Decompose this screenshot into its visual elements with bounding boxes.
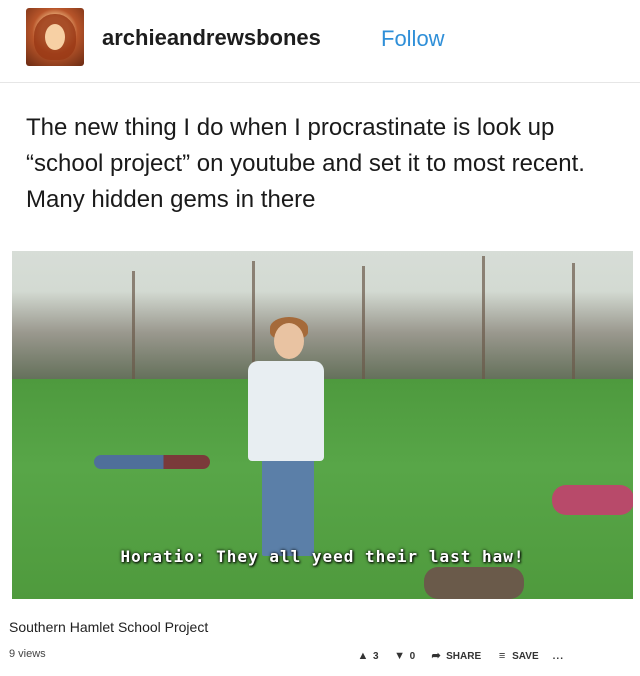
save-label: SAVE <box>512 650 539 662</box>
username[interactable]: archieandrewsbones <box>102 25 321 51</box>
video-subtitle: Horatio: They all yeed their last haw! <box>120 547 525 566</box>
avatar-face <box>45 24 65 50</box>
standing-person-legs <box>262 456 314 556</box>
thumbs-down-icon: ▼ <box>394 650 405 662</box>
standing-person-head <box>274 323 304 359</box>
video-frame[interactable]: Horatio: They all yeed their last haw! <box>12 251 633 599</box>
post-header: archieandrewsbones Follow <box>0 0 640 83</box>
video-actions: ▲ 3 ▼ 0 ➦ SHARE ≡ SAVE ... <box>356 648 564 664</box>
like-count: 3 <box>373 650 379 662</box>
dislike-count: 0 <box>409 650 416 662</box>
post-text: The new thing I do when I procrastinate … <box>26 114 585 213</box>
more-options-button[interactable]: ... <box>553 651 564 662</box>
share-button[interactable]: ➦ SHARE <box>429 650 482 662</box>
video-title[interactable]: Southern Hamlet School Project <box>9 619 208 635</box>
follow-button[interactable]: Follow <box>381 26 445 52</box>
tree-trunk <box>572 263 575 381</box>
lying-person-right <box>552 485 633 515</box>
tree-trunk <box>362 266 365 381</box>
share-arrow-icon: ➦ <box>431 650 441 662</box>
save-button[interactable]: ≡ SAVE <box>495 650 539 662</box>
share-label: SHARE <box>446 650 482 662</box>
lying-person-bottom <box>424 567 524 599</box>
view-count: 9 views <box>9 648 46 660</box>
playlist-add-icon: ≡ <box>498 650 506 662</box>
tree-trunk <box>482 256 485 381</box>
tree-trunk <box>132 271 135 381</box>
lying-person-left <box>94 455 210 469</box>
like-button[interactable]: ▲ 3 <box>356 650 379 662</box>
standing-person-body <box>248 361 324 461</box>
dislike-button[interactable]: ▼ 0 <box>393 650 416 662</box>
avatar[interactable] <box>26 8 84 66</box>
thumbs-up-icon: ▲ <box>357 650 369 662</box>
